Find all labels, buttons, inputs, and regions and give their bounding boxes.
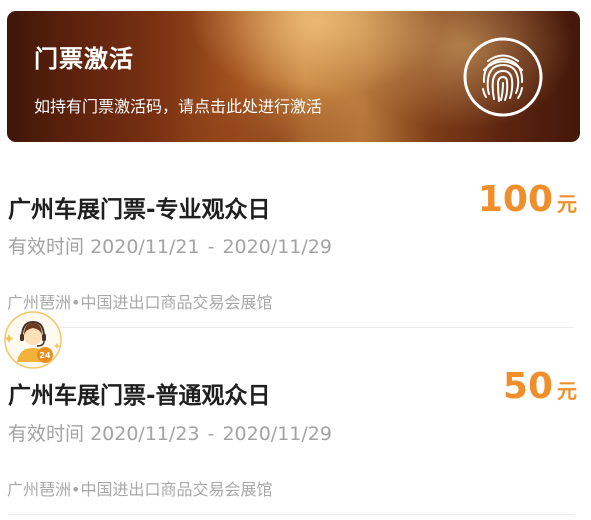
banner-title: 门票激活	[34, 45, 134, 73]
validity-start: 2020/11/21	[90, 236, 200, 258]
divider	[8, 327, 574, 328]
ticket-price: 50 元	[503, 366, 577, 407]
ticket-name: 广州车展门票-普通观众日	[8, 383, 271, 409]
ticket-name: 广州车展门票-专业观众日	[8, 197, 271, 223]
service-badge: 24	[39, 351, 51, 360]
validity-label: 有效时间	[8, 236, 85, 258]
validity-start: 2020/11/23	[90, 423, 200, 445]
price-unit: 元	[557, 192, 577, 216]
ticket-venue: 广州琶洲•中国进出口商品交易会展馆	[7, 480, 273, 499]
ticket-card[interactable]: 广州车展门票-专业观众日 100 元 有效时间 2020/11/21-2020/1…	[0, 175, 591, 345]
ticket-price: 100 元	[478, 179, 577, 220]
fingerprint-icon[interactable]	[462, 36, 544, 118]
banner-subtitle: 如持有门票激活码，请点击此处进行激活	[34, 97, 323, 116]
validity-label: 有效时间	[8, 423, 85, 445]
price-amount: 50	[502, 366, 553, 407]
ticket-card[interactable]: 广州车展门票-普通观众日 50 元 有效时间 2020/11/23-2020/11…	[0, 362, 591, 520]
validity-end: 2020/11/29	[222, 236, 332, 258]
ticket-validity: 有效时间 2020/11/21-2020/11/29	[8, 232, 332, 259]
customer-service-icon[interactable]: 24	[3, 310, 63, 370]
date-separator: -	[207, 236, 215, 258]
ticket-page: 门票激活 如持有门票激活码，请点击此处进行激活 广州车展门票-专业观众日 100…	[0, 0, 591, 520]
date-separator: -	[207, 423, 215, 445]
ticket-activation-banner[interactable]: 门票激活 如持有门票激活码，请点击此处进行激活	[7, 11, 580, 142]
ticket-validity: 有效时间 2020/11/23-2020/11/29	[8, 419, 332, 446]
price-amount: 100	[477, 179, 553, 220]
price-unit: 元	[557, 379, 577, 403]
validity-end: 2020/11/29	[222, 423, 332, 445]
divider	[8, 514, 574, 515]
